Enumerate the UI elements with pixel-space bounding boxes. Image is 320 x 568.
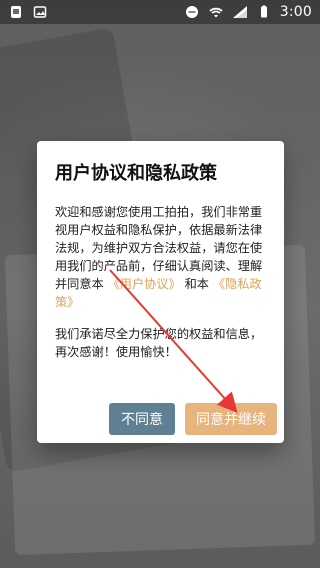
status-bar-right: 3:00	[184, 4, 312, 20]
disagree-button[interactable]: 不同意	[109, 403, 175, 435]
dialog-title: 用户协议和隐私政策	[55, 163, 217, 184]
image-icon	[32, 4, 48, 20]
wifi-icon	[208, 4, 224, 20]
privacy-dialog: 用户协议和隐私政策 欢迎和感谢您使用工拍拍，我们非常重视用户权益和隐私保护，依据…	[37, 141, 284, 443]
status-time: 3:00	[279, 4, 312, 20]
dialog-paragraph-1: 欢迎和感谢您使用工拍拍，我们非常重视用户权益和隐私保护，依据最新法律法规，为维护…	[55, 203, 266, 311]
minus-circle-icon	[184, 4, 200, 20]
dialog-paragraph-2: 我们承诺尽全力保护您的权益和信息，再次感谢！使用愉快！	[55, 326, 263, 359]
signal-icon	[232, 4, 248, 20]
sim-icon	[8, 4, 24, 20]
dialog-actions: 不同意 同意并继续	[109, 403, 277, 435]
battery-icon	[256, 4, 272, 20]
dialog-body: 欢迎和感谢您使用工拍拍，我们非常重视用户权益和隐私保护，依据最新法律法规，为维护…	[55, 203, 266, 361]
paragraph-1-middle: 和本	[184, 276, 209, 291]
user-agreement-link[interactable]: 《用户协议》	[108, 277, 181, 291]
agree-and-continue-button[interactable]: 同意并继续	[185, 403, 277, 435]
status-bar-left	[8, 4, 48, 20]
status-bar: 3:00	[0, 0, 320, 24]
